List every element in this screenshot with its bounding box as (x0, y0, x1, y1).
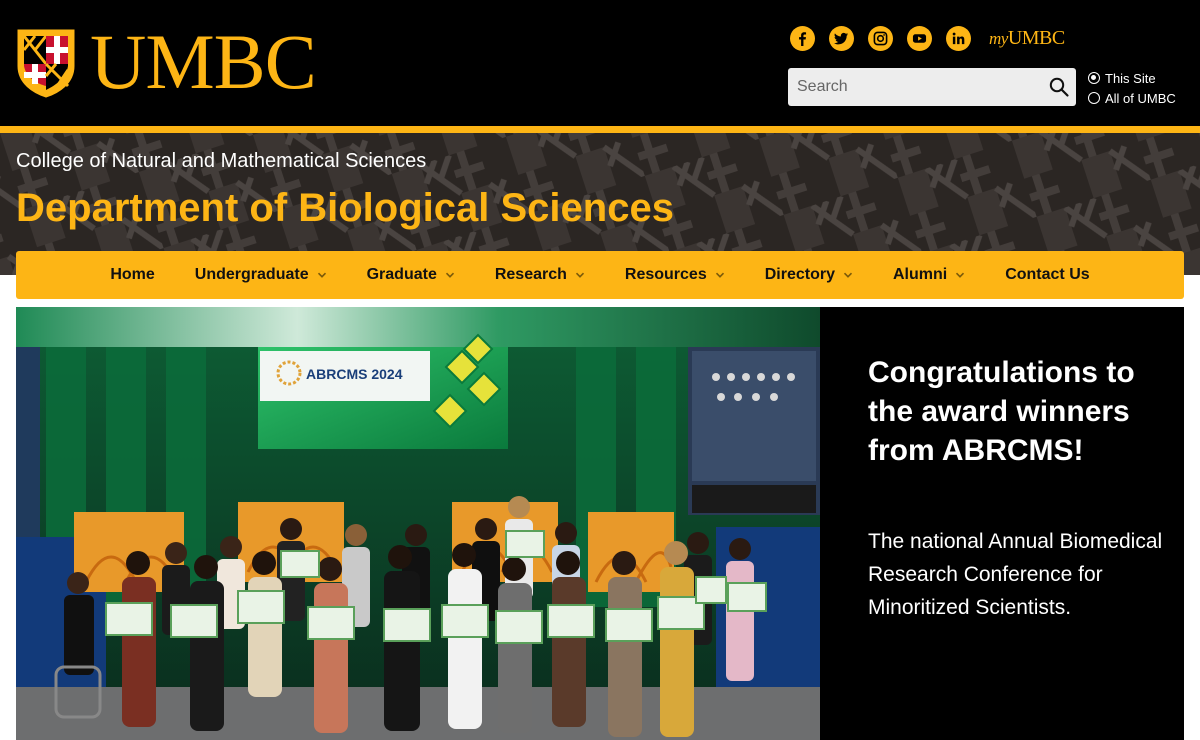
nav-graduate[interactable]: Graduate (367, 266, 455, 284)
main-nav: Home Undergraduate Graduate Research Res… (16, 251, 1184, 299)
hero-headline[interactable]: Congratulations to the award winners fro… (868, 353, 1168, 470)
myumbc-prefix: my (989, 29, 1008, 48)
chevron-down-icon (445, 272, 454, 278)
college-name[interactable]: College of Natural and Mathematical Scie… (16, 150, 426, 173)
nav-home-label: Home (110, 266, 155, 283)
chevron-down-icon (575, 272, 584, 278)
search-input[interactable] (788, 68, 1038, 106)
radio-all-umbc[interactable] (1088, 92, 1100, 104)
search-icon[interactable] (1048, 76, 1070, 98)
social-links: myUMBC (790, 26, 1065, 51)
facebook-icon[interactable] (790, 26, 815, 51)
instagram-icon[interactable] (868, 26, 893, 51)
twitter-icon[interactable] (829, 26, 854, 51)
gold-divider (0, 126, 1200, 133)
nav-home[interactable]: Home (110, 266, 154, 284)
myumbc-suffix: UMBC (1007, 27, 1065, 49)
youtube-icon[interactable] (907, 26, 932, 51)
scope-all-umbc-label: All of UMBC (1105, 90, 1176, 106)
nav-directory[interactable]: Directory (765, 266, 853, 284)
nav-resources[interactable]: Resources (625, 266, 725, 284)
hero-description: The national Annual Biomedical Research … (868, 530, 1163, 619)
nav-alumni[interactable]: Alumni (893, 266, 965, 284)
linkedin-icon[interactable] (946, 26, 971, 51)
nav-research[interactable]: Research (495, 266, 585, 284)
scope-all-umbc[interactable]: All of UMBC (1088, 88, 1176, 108)
chevron-down-icon (715, 272, 724, 278)
hero-photo[interactable]: ABRCMS 2024 (16, 307, 820, 740)
umbc-wordmark[interactable]: UMBC (90, 22, 317, 102)
nav-research-label: Research (494, 266, 567, 283)
award-ceremony-photo: ABRCMS 2024 (16, 307, 820, 740)
search-scope: This Site All of UMBC (1088, 68, 1176, 108)
nav-directory-label: Directory (764, 266, 835, 283)
screen-title: ABRCMS 2024 (306, 366, 403, 382)
site-header: UMBC myUMBC This Site A (0, 0, 1200, 126)
hero-caption-panel: Congratulations to the award winners fro… (820, 307, 1184, 740)
nav-contact[interactable]: Contact Us (1005, 266, 1089, 284)
scope-this-site[interactable]: This Site (1088, 68, 1176, 88)
chevron-down-icon (956, 272, 965, 278)
radio-this-site[interactable] (1088, 72, 1100, 84)
umbc-shield-logo[interactable] (16, 28, 76, 98)
chevron-down-icon (317, 272, 326, 278)
department-title[interactable]: Department of Biological Sciences (16, 186, 674, 231)
nav-resources-label: Resources (624, 266, 707, 283)
scope-this-site-label: This Site (1105, 70, 1156, 86)
nav-graduate-label: Graduate (366, 266, 437, 283)
myumbc-link[interactable]: myUMBC (989, 27, 1065, 50)
chevron-down-icon (843, 272, 853, 278)
nav-contact-label: Contact Us (1005, 266, 1090, 283)
nav-alumni-label: Alumni (892, 266, 948, 283)
nav-undergraduate[interactable]: Undergraduate (195, 266, 327, 284)
nav-undergraduate-label: Undergraduate (194, 266, 309, 283)
search-box (788, 68, 1076, 106)
